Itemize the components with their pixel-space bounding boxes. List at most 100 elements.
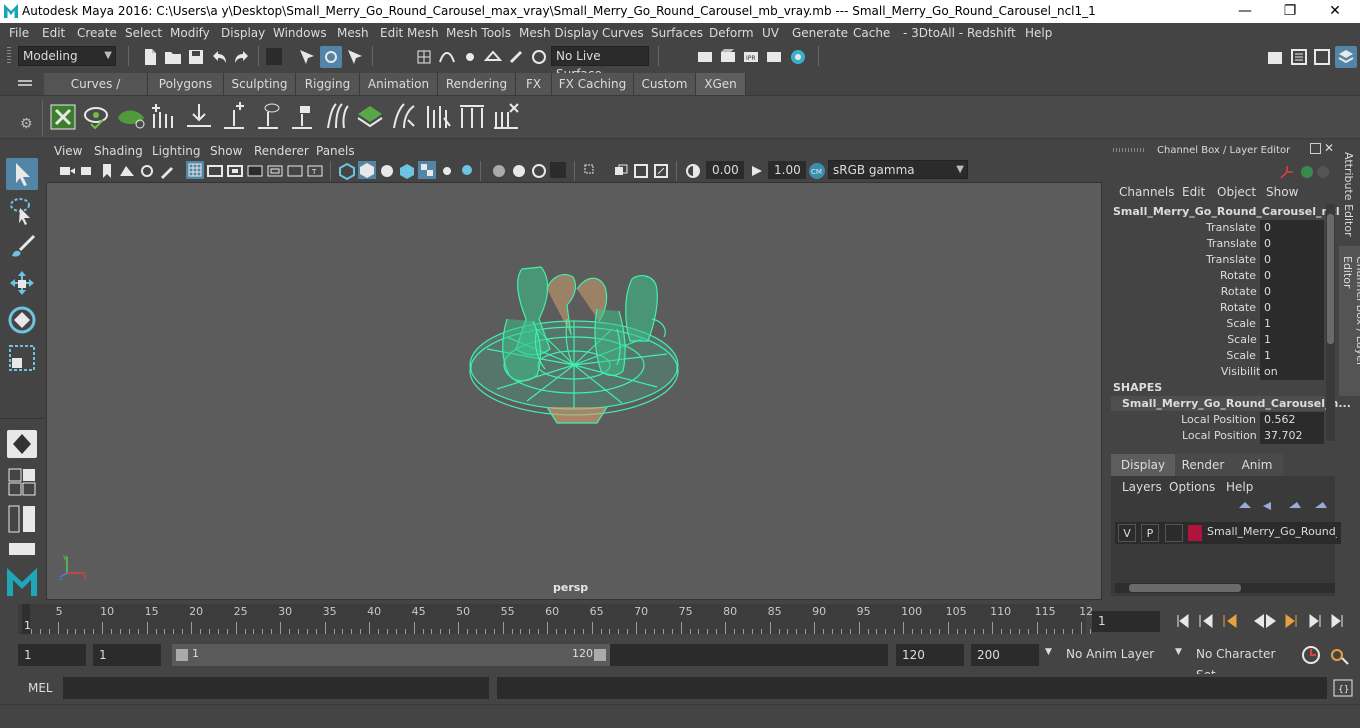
isolate-select-icon[interactable] (530, 162, 548, 180)
wireframe-shading-icon[interactable] (338, 162, 356, 180)
command-input[interactable] (63, 677, 489, 699)
camera-select-icon[interactable] (58, 162, 76, 180)
xgen-guide-visibility-icon[interactable] (254, 102, 282, 130)
channel-row-translate-x[interactable]: Translate X 0 (1105, 220, 1337, 236)
animation-start-field[interactable]: 1 (18, 644, 86, 666)
float-panel-icon[interactable] (1310, 143, 1321, 154)
close-button[interactable]: ✕ (1312, 0, 1358, 23)
color-management-icon[interactable]: CM (808, 162, 826, 180)
redo-icon[interactable] (233, 48, 251, 66)
channel-value[interactable]: 1 (1260, 316, 1324, 332)
xgen-curves-to-guides-icon[interactable] (424, 102, 452, 130)
history-icon[interactable] (530, 48, 548, 66)
script-editor-icon[interactable]: {} (1333, 679, 1353, 697)
menu-select[interactable]: Select (125, 26, 162, 40)
snap-to-grid-icon[interactable] (415, 48, 433, 66)
gamma-field[interactable]: 1.00 (768, 161, 806, 179)
shelf-tab-sculpting[interactable]: Sculpting (224, 73, 296, 95)
render-settings-icon[interactable] (765, 48, 783, 66)
shelf-tab-custom[interactable]: Custom (634, 73, 696, 95)
script-language-toggle[interactable]: MEL (28, 681, 53, 695)
xray-joints-icon[interactable] (510, 162, 528, 180)
layer-playback-toggle[interactable]: P (1141, 524, 1159, 542)
anti-aliasing-icon[interactable] (612, 162, 630, 180)
channel-row-rotate-z[interactable]: Rotate Z 0 (1105, 300, 1337, 316)
anim-layer-chevron-down-icon[interactable]: ▼ (1045, 647, 1052, 657)
channel-row-local-position-x[interactable]: Local Position X 0.562 (1105, 412, 1337, 428)
grip-handle[interactable] (7, 47, 11, 65)
lasso-tool-button[interactable] (6, 194, 38, 226)
xgen-guide-add-icon[interactable] (220, 102, 248, 130)
layer-tab-display[interactable]: Display (1111, 454, 1175, 476)
snap-to-view-plane-icon[interactable] (484, 48, 502, 66)
layer-menu-help[interactable]: Help (1226, 480, 1253, 494)
view-transform-dropdown[interactable]: sRGB gamma ▼ (828, 160, 968, 179)
menu-modify[interactable]: Modify (170, 26, 210, 40)
exposure-field[interactable]: 0.00 (706, 161, 744, 179)
scrollbar-thumb[interactable] (1327, 214, 1334, 344)
panel-menu-show[interactable]: Show (210, 144, 242, 158)
current-frame-field[interactable]: 1 (1092, 611, 1160, 632)
safe-action-icon[interactable] (286, 162, 304, 180)
channel-value[interactable]: on (1260, 364, 1324, 380)
menu-edit[interactable]: Edit (42, 26, 65, 40)
cb-menu-channels[interactable]: Channels (1119, 185, 1175, 199)
scrollbar-thumb[interactable] (1129, 584, 1241, 592)
four-view-layout-button[interactable] (8, 468, 36, 496)
channel-value[interactable]: 0 (1260, 252, 1324, 268)
layer-horizontal-scrollbar[interactable] (1115, 583, 1335, 593)
layer-row[interactable]: V P Small_Merry_Go_Round_ (1115, 522, 1341, 544)
carousel-model[interactable] (467, 259, 687, 429)
attribute-editor-side-tab[interactable]: Attribute Editor (1340, 142, 1360, 242)
xgen-create-description-icon[interactable] (116, 104, 146, 130)
render-frame-icon[interactable] (719, 48, 737, 66)
render-view-icon[interactable] (696, 48, 714, 66)
motion-blur-icon[interactable] (582, 162, 600, 180)
channel-row-visibility[interactable]: Visibility on (1105, 364, 1337, 380)
xgen-preview-icon[interactable] (83, 104, 109, 130)
layer-color-swatch[interactable] (1188, 525, 1202, 541)
layer-tab-render[interactable]: Render (1175, 454, 1231, 476)
xgen-normalize-guides-icon[interactable] (458, 102, 486, 130)
mode-dropdown[interactable]: Modeling ▼ (18, 46, 116, 66)
menu-create[interactable]: Create (77, 26, 117, 40)
range-slider[interactable]: 1 120 (172, 644, 888, 666)
channel-row-rotate-y[interactable]: Rotate Y 0 (1105, 284, 1337, 300)
panel-menu-renderer[interactable]: Renderer (254, 144, 309, 158)
xgen-add-guide-icon[interactable] (150, 102, 178, 130)
undo-icon[interactable] (210, 48, 228, 66)
scale-tool-button[interactable] (6, 342, 38, 374)
channel-value[interactable]: 37.702 (1260, 428, 1324, 444)
camera-attributes-icon[interactable] (78, 162, 96, 180)
animation-preferences-icon[interactable] (1328, 644, 1350, 666)
cb-menu-object[interactable]: Object (1217, 185, 1256, 199)
menu-help[interactable]: Help (1025, 26, 1052, 40)
depth-of-field-icon[interactable] (632, 162, 650, 180)
shelf-tab-rendering[interactable]: Rendering (438, 73, 516, 95)
move-tool-button[interactable] (6, 268, 38, 300)
gate-mask-icon[interactable] (246, 162, 264, 180)
shelf-tab-rigging[interactable]: Rigging (296, 73, 360, 95)
xgen-editor-icon[interactable] (50, 104, 76, 130)
menu-surfaces[interactable]: Surfaces (651, 26, 703, 40)
channel-row-translate-z[interactable]: Translate Z 0 (1105, 252, 1337, 268)
bookmark-icon[interactable] (98, 162, 116, 180)
outliner-layout-button[interactable] (8, 542, 36, 556)
hypershade-icon[interactable] (789, 48, 807, 66)
range-start-handle[interactable] (176, 649, 188, 661)
menu-3dtoall[interactable]: - 3DtoAll - (903, 26, 963, 40)
snap-to-curve-icon[interactable] (438, 48, 456, 66)
channel-value[interactable]: 0 (1260, 300, 1324, 316)
xgen-delete-guides-icon[interactable] (492, 102, 520, 130)
xgen-region-map-icon[interactable] (356, 102, 384, 130)
current-frame-value[interactable]: 1 (1092, 611, 1160, 632)
shadows-icon[interactable] (458, 162, 476, 180)
close-panel-icon[interactable]: ✕ (1324, 141, 1334, 155)
open-scene-icon[interactable] (164, 48, 182, 66)
shelf-tab-fx[interactable]: FX (516, 73, 552, 95)
panel-menu-panels[interactable]: Panels (316, 144, 355, 158)
panel-menu-shading[interactable]: Shading (94, 144, 143, 158)
xgen-guide-shape-icon[interactable] (322, 102, 350, 130)
rotate-tool-button[interactable] (6, 304, 38, 336)
menu-edit-mesh[interactable]: Edit Mesh (380, 26, 439, 40)
